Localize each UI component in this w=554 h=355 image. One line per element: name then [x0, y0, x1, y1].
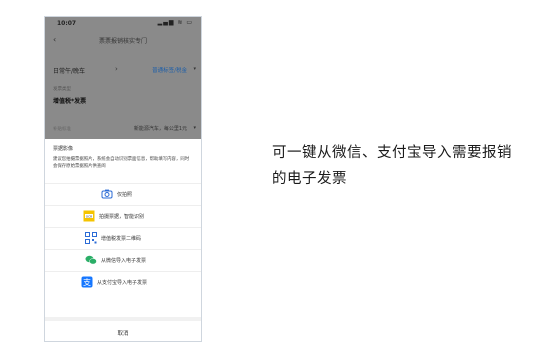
- invoice-type-value: 增值税*发票: [53, 98, 87, 105]
- alipay-icon: 支: [81, 276, 93, 288]
- ocr-icon: OCR: [83, 210, 95, 222]
- trip-type-label: 日常午/晚车: [53, 68, 86, 75]
- option-vat-qrcode[interactable]: 增值税发票二维码: [45, 227, 201, 250]
- nav-bar: ‹ 票票报销核实专门: [45, 31, 201, 49]
- option-label: 拍摄票据，智能识别: [99, 214, 145, 220]
- expense-category-value[interactable]: 普通标签/税金: [152, 66, 187, 74]
- chevron-down-icon: ▾: [193, 125, 196, 131]
- option-alipay-import[interactable]: 支 从支付宝导入电子发票: [45, 271, 201, 294]
- option-label: 增值税发票二维码: [101, 236, 142, 242]
- sheet-title: 票据影像: [53, 146, 74, 152]
- feature-caption: 可一键从微信、支付宝导入需要报销的电子发票: [272, 145, 512, 187]
- page-title: 票票报销核实专门: [98, 38, 147, 45]
- chevron-down-icon: ▾: [193, 66, 196, 72]
- status-time: 10:07: [57, 20, 77, 27]
- svg-text:支: 支: [83, 277, 91, 287]
- svg-text:OCR: OCR: [86, 214, 93, 218]
- option-ocr[interactable]: OCR 拍摄票据，智能识别: [45, 205, 201, 228]
- invoice-type-sublabel: 发票类型: [53, 87, 71, 92]
- qrcode-icon: [85, 232, 97, 244]
- status-bar: 10:07 ▂▄▆ ≋ ▭: [45, 17, 201, 29]
- status-icons: ▂▄▆ ≋ ▭: [157, 19, 193, 26]
- option-photo-only[interactable]: 仅拍照: [45, 183, 201, 206]
- camera-icon: [101, 189, 113, 199]
- option-label: 仅拍照: [117, 192, 133, 198]
- cancel-label: 取消: [117, 331, 129, 337]
- chevron-right-icon: ›: [115, 65, 118, 73]
- subsidy-row[interactable]: 补贴标准 新能源汽车，每公里1元 ▾: [45, 121, 201, 137]
- trip-type-row[interactable]: 日常午/晚车 › 普通标签/税金 ▾: [45, 59, 201, 81]
- option-wechat-import[interactable]: 从微信导入电子发票: [45, 249, 201, 272]
- subsidy-label: 补贴标准: [53, 127, 71, 132]
- option-label: 从微信导入电子发票: [101, 258, 147, 264]
- option-label: 从支付宝导入电子发票: [97, 280, 148, 286]
- subsidy-value[interactable]: 新能源汽车，每公里1元: [134, 125, 187, 132]
- invoice-type-row[interactable]: 发票类型 增值税*发票: [45, 83, 201, 113]
- sheet-description: 建议您拍摄票据照片，系统会自动识别票面信息，帮助填写内容，同时会保存原始票据照片…: [53, 157, 190, 169]
- action-sheet: 票据影像 建议您拍摄票据照片，系统会自动识别票面信息，帮助填写内容，同时会保存原…: [45, 139, 201, 341]
- cancel-button[interactable]: 取消: [45, 317, 201, 341]
- wechat-icon: [85, 255, 97, 265]
- phone-screenshot: 10:07 ▂▄▆ ≋ ▭ ‹ 票票报销核实专门 日常午/晚车 › 普通标签/税…: [44, 16, 202, 342]
